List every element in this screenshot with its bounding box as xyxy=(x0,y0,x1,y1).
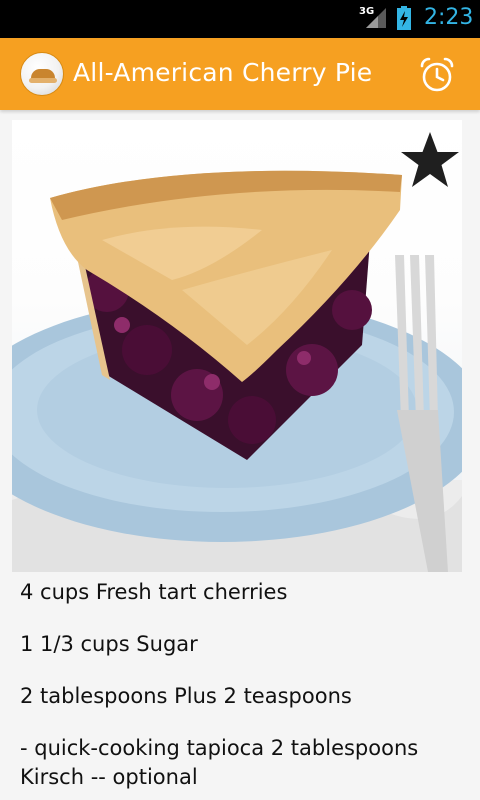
cherry-pie-photo xyxy=(12,170,462,572)
ingredient-item: 1 1/3 cups Sugar xyxy=(20,632,198,656)
star-icon[interactable] xyxy=(399,130,461,190)
status-bar: 3G 2:23 xyxy=(0,0,480,38)
pie-logo-icon[interactable] xyxy=(20,52,64,96)
recipe-photo xyxy=(12,120,462,572)
ingredient-list: 4 cups Fresh tart cherries 1 1/3 cups Su… xyxy=(20,578,470,792)
ingredient-item: - quick-cooking tapioca 2 tablespoons Ki… xyxy=(20,736,419,789)
action-bar: All-American Cherry Pie xyxy=(0,38,480,110)
alarm-clock-icon[interactable] xyxy=(416,54,458,96)
logo-pie-crust xyxy=(29,78,57,83)
ingredient-item: 2 tablespoons Plus 2 teaspoons xyxy=(20,684,352,708)
clock: 2:23 xyxy=(424,5,474,30)
ingredient-item: 4 cups Fresh tart cherries xyxy=(20,580,288,604)
battery-icon xyxy=(397,6,411,30)
signal-icon xyxy=(366,8,386,28)
page-title: All-American Cherry Pie xyxy=(73,58,373,87)
